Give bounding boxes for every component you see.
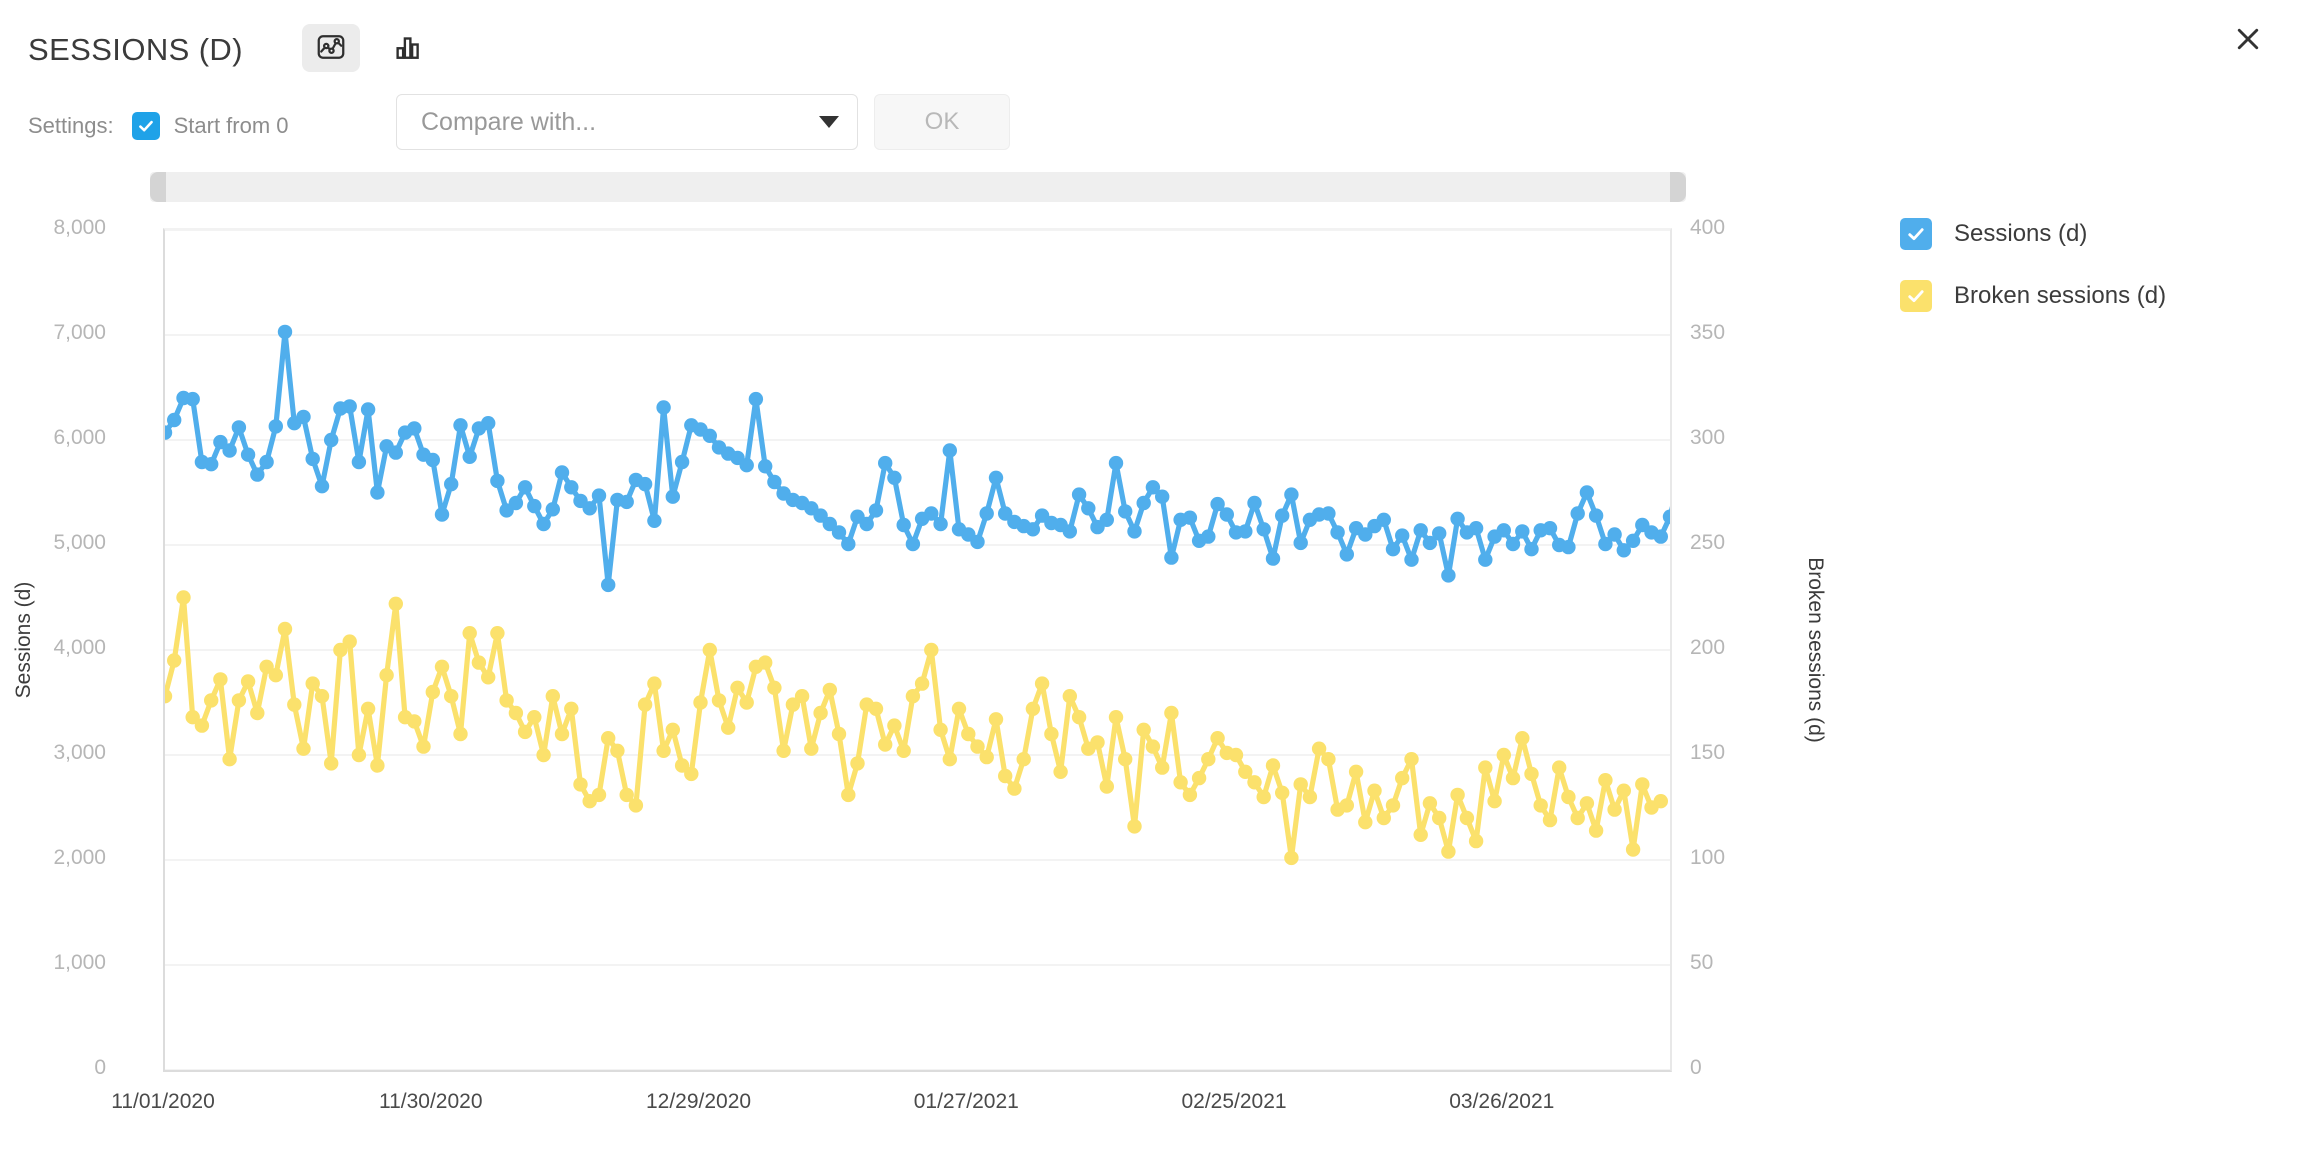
- y-axis-tick: 2,000: [53, 846, 106, 869]
- y2-axis-tick: 250: [1690, 531, 1726, 554]
- chart-legend: Sessions (d) Broken sessions (d): [1900, 218, 2166, 342]
- sessions-chart-panel: SESSIONS (D) Settings: Start from 0 Comp…: [0, 0, 2302, 1164]
- x-axis-tick: 02/25/2021: [1181, 1090, 1287, 1113]
- ok-button[interactable]: OK: [874, 94, 1010, 150]
- line-chart-type-button[interactable]: [302, 24, 360, 72]
- chart-area: Sessions (d) Broken sessions (d) 0 1,000 2…: [0, 210, 1827, 1160]
- plot-area[interactable]: [163, 228, 1672, 1072]
- y-axis-title: Sessions (d): [12, 581, 35, 699]
- y2-axis-tick: 300: [1690, 426, 1726, 449]
- y-axis-tick: 5,000: [53, 531, 106, 554]
- legend-item[interactable]: Sessions (d): [1900, 218, 2166, 250]
- line-chart-icon: [316, 32, 346, 65]
- bar-chart-type-button[interactable]: [378, 24, 436, 72]
- check-icon: [1908, 290, 1924, 303]
- compare-with-dropdown[interactable]: Compare with...: [396, 94, 858, 150]
- y2-axis-title: Broken sessions (d): [1804, 557, 1827, 743]
- close-button[interactable]: [2224, 16, 2272, 64]
- y2-axis-tick: 150: [1690, 741, 1726, 764]
- check-icon: [1908, 228, 1924, 241]
- series-1: [165, 324, 1670, 593]
- legend-checkbox[interactable]: [1900, 280, 1932, 312]
- y2-axis-tick: 350: [1690, 321, 1726, 344]
- x-axis-tick: 11/30/2020: [378, 1090, 483, 1113]
- settings-label: Settings:: [28, 113, 114, 138]
- x-axis-tick: 03/26/2021: [1449, 1090, 1555, 1113]
- legend-label: Broken sessions (d): [1954, 282, 2167, 309]
- compare-with-placeholder: Compare with...: [421, 107, 597, 136]
- start-from-zero-label: Start from 0: [173, 113, 289, 138]
- range-handle-right[interactable]: [1670, 172, 1686, 202]
- legend-item[interactable]: Broken sessions (d): [1900, 280, 2166, 312]
- series-2: [165, 590, 1669, 866]
- bar-chart-icon: [392, 32, 422, 65]
- y2-axis-tick: 50: [1690, 951, 1714, 974]
- y2-axis-tick: 200: [1690, 636, 1726, 659]
- time-range-slider[interactable]: [150, 172, 1686, 202]
- y2-axis-tick: 400: [1690, 216, 1726, 239]
- start-from-zero-checkbox[interactable]: [131, 112, 160, 140]
- y-axis-tick: 3,000: [53, 741, 106, 764]
- legend-checkbox[interactable]: [1900, 218, 1932, 250]
- y-axis-tick: 4,000: [53, 636, 106, 659]
- legend-label: Sessions (d): [1954, 220, 2088, 247]
- close-icon: [2233, 24, 2263, 57]
- range-handle-left[interactable]: [150, 172, 166, 202]
- x-axis-tick: 12/29/2020: [645, 1090, 752, 1113]
- y-axis-tick: 0: [94, 1056, 106, 1079]
- check-icon: [137, 117, 155, 135]
- chart-type-toggle-group: [302, 24, 436, 72]
- y2-axis-tick: 100: [1690, 846, 1726, 869]
- settings-row: Settings: Start from 0: [28, 98, 289, 154]
- y2-axis-tick: 0: [1690, 1056, 1702, 1079]
- y-axis-tick: 1,000: [53, 951, 106, 974]
- y-axis-tick: 6,000: [53, 426, 106, 449]
- y-axis-tick: 7,000: [53, 321, 106, 344]
- page-title: SESSIONS (D): [28, 32, 243, 67]
- chevron-down-icon: [819, 116, 839, 128]
- x-axis-tick: 11/01/2020: [111, 1090, 215, 1113]
- x-axis-tick: 01/27/2021: [913, 1090, 1019, 1113]
- y-axis-tick: 8,000: [53, 216, 106, 239]
